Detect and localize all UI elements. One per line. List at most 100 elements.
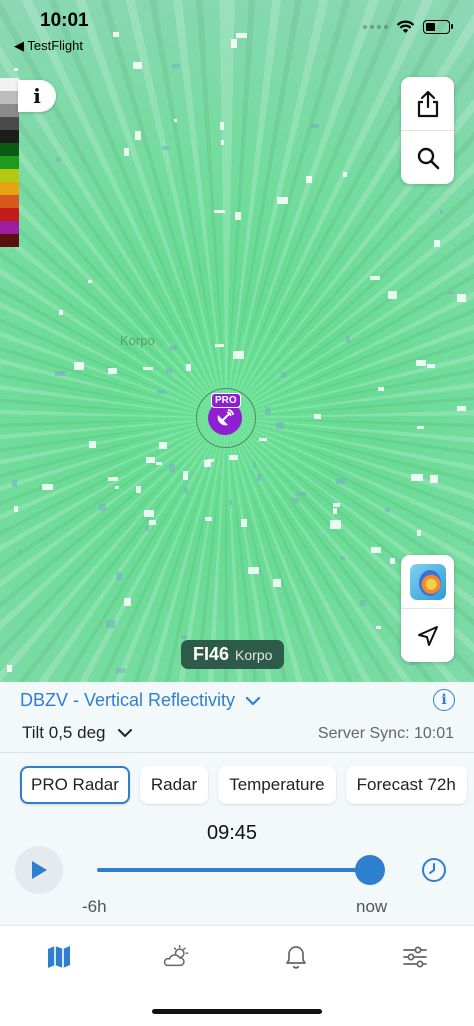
tab-settings[interactable] [401,943,429,971]
play-button[interactable] [15,846,63,894]
radar-echo [426,364,436,368]
radar-echo [170,346,178,350]
chip-temperature[interactable]: Temperature [218,766,336,804]
radar-echo [89,440,96,449]
map-layer-button[interactable] [401,555,454,608]
radar-echo [387,291,398,299]
radar-echo [376,625,382,629]
product-info-icon[interactable]: i [433,689,455,711]
radar-echo [291,497,300,503]
radar-station-label[interactable]: FI46 Korpo [181,640,285,669]
radar-echo [259,437,267,441]
radar-echo [329,519,341,529]
radar-echo [98,503,106,512]
radar-echo [240,519,247,528]
radar-echo [56,157,61,162]
timeline-slider-thumb[interactable] [355,855,385,885]
legend-swatch [0,169,19,182]
legend-swatch [0,208,19,221]
legend-swatch [0,104,19,117]
chip-forecast-72h[interactable]: Forecast 72h [345,766,467,804]
share-button[interactable] [401,77,454,130]
radar-echo [256,474,261,481]
map-tools-top [401,77,454,184]
pro-badge: PRO [211,393,241,408]
radar-echo [54,371,65,377]
radar-echo [184,487,189,493]
radar-echo [220,122,224,131]
status-time: 10:01 [40,10,89,31]
radar-echo [174,118,178,123]
legend-swatch [0,143,19,156]
radar-echo [145,525,149,531]
radar-echo [297,492,306,496]
radar-echo [280,372,286,378]
radar-echo [107,368,117,375]
radar-echo [12,479,18,487]
clock-icon[interactable] [421,857,447,883]
chip-pro-radar[interactable]: PRO Radar [20,766,130,804]
radar-echo [143,367,153,371]
radar-echo [74,362,84,371]
radar-echo [339,556,345,561]
tab-weather[interactable] [162,943,190,971]
radar-echo [106,620,115,629]
radar-echo [360,599,366,607]
legend-info-button[interactable]: i [18,80,56,112]
radar-echo [172,63,181,69]
radar-echo [146,456,156,463]
legend-swatch [0,156,19,169]
cellular-signal-icon [363,25,388,29]
radar-echo [116,667,126,674]
radar-echo [248,566,260,574]
radar-echo [214,343,225,348]
location-arrow-icon [417,625,438,646]
radar-echo [310,124,319,128]
play-icon [32,861,47,879]
radar-echo [203,460,211,467]
radar-echo [220,140,225,145]
radar-echo [108,476,118,481]
radar-map[interactable]: Korpo 10:01 ◀ TestFlight i PRO FI46 Korp… [0,0,474,682]
timeline-track[interactable] [97,868,370,872]
radar-echo [429,474,439,484]
radar-echo [346,335,351,343]
home-indicator [152,1009,322,1014]
radar-echo [336,477,346,485]
tab-map[interactable] [45,943,73,971]
current-frame-time: 09:45 [206,822,258,844]
panel-divider [0,752,474,753]
bell-icon [286,946,306,969]
radar-echo [390,558,396,564]
radar-echo [123,147,129,156]
legend-swatch [0,221,19,234]
tilt-selector[interactable]: Tilt 0,5 deg [22,723,133,743]
radar-echo [6,664,13,673]
legend-swatch [0,182,19,195]
back-to-testflight-link[interactable]: ◀ TestFlight [14,38,83,54]
radar-echo [416,425,424,430]
radar-echo [159,441,168,449]
radar-echo [135,131,142,140]
share-icon [417,90,438,117]
radar-echo [439,209,443,215]
radar-echo [457,405,466,412]
chevron-down-icon [118,729,133,737]
radar-echo [124,597,132,606]
chip-radar[interactable]: Radar [139,766,209,804]
radar-echo [332,503,341,507]
radar-echo [41,484,53,491]
satellite-dish-icon [217,409,234,426]
radar-echo [253,461,257,468]
radar-echo [371,546,381,553]
tab-alerts[interactable] [282,943,310,971]
radar-echo [136,485,142,494]
search-button[interactable] [401,130,454,184]
radar-echo [417,529,422,536]
legend-swatch [0,78,19,91]
radar-echo [13,67,19,71]
product-selector[interactable]: DBZV - Vertical Reflectivity i [20,689,455,711]
radar-echo [144,509,154,517]
locate-me-button[interactable] [401,608,454,662]
battery-icon [423,20,453,34]
